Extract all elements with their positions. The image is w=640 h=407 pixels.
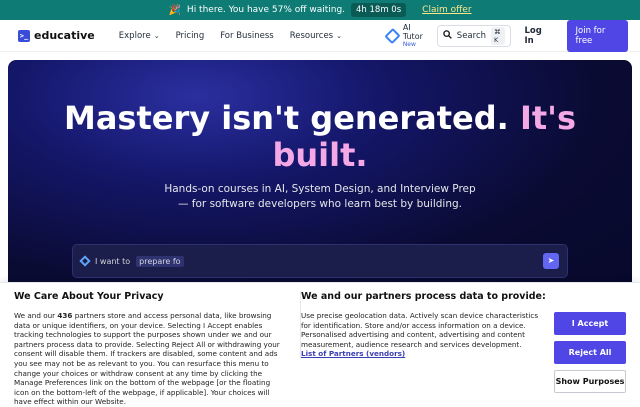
chevron-down-icon: ⌄ bbox=[336, 31, 342, 40]
headline-accent-a: It's bbox=[519, 99, 576, 137]
hero-sub-line1: Hands-on courses in AI, System Design, a… bbox=[164, 183, 476, 195]
headline-main: Mastery isn't generated. bbox=[63, 99, 509, 137]
top-navbar: >_ educative Explore ⌄ Pricing For Busine… bbox=[0, 19, 640, 52]
prompt-input[interactable]: I want to prepare fo ➤ bbox=[72, 244, 568, 278]
consent-body: We and our 436 partners store and access… bbox=[14, 311, 286, 407]
consent-body-b: partners store and access personal data,… bbox=[14, 311, 280, 407]
consent-body-a: We and our bbox=[14, 311, 58, 320]
nav-for-business[interactable]: For Business bbox=[220, 31, 273, 41]
nav-resources-label: Resources bbox=[289, 30, 334, 41]
claim-offer-link[interactable]: Claim offer bbox=[422, 5, 471, 15]
search-icon bbox=[443, 29, 452, 42]
chevron-down-icon: ⌄ bbox=[153, 31, 160, 40]
partners-link[interactable]: List of Partners (vendors) bbox=[301, 349, 548, 358]
nav-explore-label: Explore bbox=[118, 30, 151, 41]
consent-left-column: We Care About Your Privacy We and our 43… bbox=[14, 291, 286, 407]
ai-tutor-icon bbox=[384, 27, 401, 44]
ai-tutor-label: AI Tutor bbox=[402, 23, 423, 41]
send-icon[interactable]: ➤ bbox=[543, 253, 559, 269]
consent-partner-count: 436 bbox=[57, 311, 73, 320]
consent-purposes-title: We and our partners process data to prov… bbox=[301, 291, 546, 302]
hero-section: Mastery isn't generated. It's built. Han… bbox=[8, 60, 632, 300]
nav-explore[interactable]: Explore ⌄ bbox=[119, 31, 160, 41]
nav-resources[interactable]: Resources ⌄ bbox=[290, 31, 342, 41]
show-purposes-button[interactable]: Show Purposes bbox=[554, 370, 626, 393]
consent-right-column: We and our partners process data to prov… bbox=[300, 291, 548, 359]
headline-accent-b: built. bbox=[272, 136, 368, 174]
join-button[interactable]: Join for free bbox=[566, 19, 628, 52]
consent-purposes-body: Use precise geolocation data. Actively s… bbox=[301, 311, 539, 349]
nav-links: Explore ⌄ Pricing For Business Resources ⌄ bbox=[119, 31, 342, 41]
party-popper-icon: 🎉 bbox=[168, 4, 181, 16]
consent-title: We Care About Your Privacy bbox=[14, 291, 164, 302]
ai-tutor-badge: New bbox=[402, 41, 416, 48]
cookie-consent-panel: We Care About Your Privacy We and our 43… bbox=[0, 282, 640, 406]
nav-pricing[interactable]: Pricing bbox=[176, 31, 205, 41]
ai-tutor-button[interactable]: AI Tutor New bbox=[384, 23, 429, 48]
search-shortcut: ⌘ K bbox=[491, 26, 505, 45]
accept-button[interactable]: I Accept bbox=[554, 312, 626, 335]
logo-icon: >_ bbox=[18, 29, 30, 42]
educative-logo[interactable]: >_ educative bbox=[18, 29, 95, 42]
search-button[interactable]: Search ⌘ K bbox=[436, 24, 511, 47]
promo-message: Hi there. You have 57% off waiting. bbox=[186, 5, 346, 15]
search-label: Search bbox=[456, 30, 486, 41]
prompt-prefix: I want to bbox=[95, 256, 131, 266]
promo-timer: 4h 18m 0s bbox=[351, 3, 407, 17]
hero-subheading: Hands-on courses in AI, System Design, a… bbox=[8, 182, 632, 212]
ai-sparkle-icon bbox=[79, 255, 91, 267]
reject-all-button[interactable]: Reject All bbox=[554, 341, 626, 364]
hero-sub-line2: — for software developers who learn best… bbox=[177, 198, 463, 210]
hero-headline: Mastery isn't generated. It's built. bbox=[8, 100, 632, 174]
prompt-typed-text: prepare fo bbox=[136, 255, 184, 267]
login-button[interactable]: Log In bbox=[525, 26, 551, 46]
promo-banner: 🎉 Hi there. You have 57% off waiting. 4h… bbox=[0, 0, 640, 20]
logo-text: educative bbox=[34, 29, 95, 42]
